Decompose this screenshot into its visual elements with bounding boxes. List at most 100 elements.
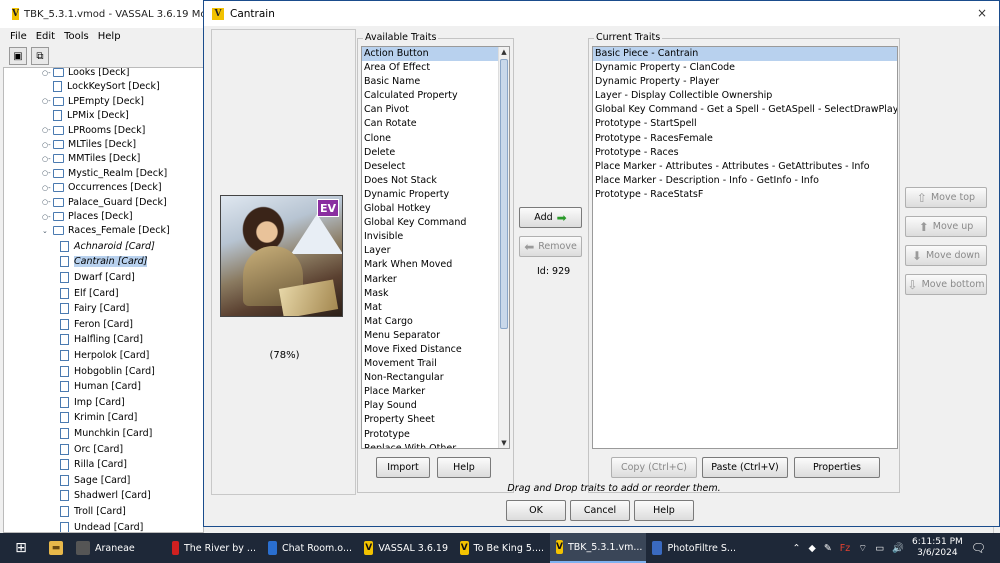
trait-item[interactable]: Non-Rectangular — [362, 371, 509, 385]
close-icon[interactable]: × — [977, 6, 987, 20]
trait-item[interactable]: Replace With Other — [362, 442, 509, 448]
clock[interactable]: 6:11:51 PM 3/6/2024 — [912, 537, 963, 559]
tree-card-item[interactable]: Undead [Card] — [60, 520, 143, 532]
trait-item[interactable]: Play Sound — [362, 399, 509, 413]
trait-item[interactable]: Layer - Display Collectible Ownership — [593, 89, 897, 103]
trait-item[interactable]: Invisible — [362, 230, 509, 244]
volume-icon[interactable]: 🔊 — [892, 543, 904, 554]
tree-card-item[interactable]: Rilla [Card] — [60, 457, 127, 472]
taskbar-app[interactable]: V TBK_5.3.1.vm... — [550, 533, 646, 563]
move-up-button[interactable]: ⬆ Move up — [905, 216, 987, 237]
trait-item[interactable]: Clone — [362, 132, 509, 146]
tree-card-item[interactable]: Krimin [Card] — [60, 410, 137, 425]
chevron-up-icon[interactable]: ⌃ — [793, 543, 801, 554]
trait-item[interactable]: Global Hotkey — [362, 202, 509, 216]
expand-handle-icon[interactable]: ○- — [42, 141, 51, 149]
remove-button[interactable]: ⬅ Remove — [519, 236, 582, 257]
tree-item[interactable]: ○- Palace_Guard [Deck] — [42, 195, 167, 210]
tree-card-item[interactable]: Halfling [Card] — [60, 332, 143, 347]
copy-button[interactable]: Copy (Ctrl+C) — [611, 457, 697, 478]
trait-item[interactable]: Action Button — [362, 47, 509, 62]
trait-item[interactable]: Basic Piece - Cantrain — [593, 47, 897, 62]
expand-handle-icon[interactable]: ○- — [42, 198, 51, 206]
tree-item[interactable]: ○- MLTiles [Deck] — [42, 137, 136, 152]
available-traits-list[interactable]: Action Button Area Of Effect Basic Name Cal… — [361, 46, 510, 449]
trait-item[interactable]: Movement Trail — [362, 357, 509, 371]
current-traits-list[interactable]: Basic Piece - Cantrain Dynamic Property -… — [592, 46, 898, 449]
tree-item[interactable]: LockKeySort [Deck] — [42, 79, 160, 94]
expand-handle-icon[interactable]: ○- — [42, 69, 51, 77]
tree-item[interactable]: ○- LPEmpty [Deck] — [42, 94, 144, 109]
trait-item[interactable]: Prototype - RaceStatsF — [593, 188, 897, 202]
trait-item[interactable]: Can Rotate — [362, 117, 509, 131]
expand-handle-icon[interactable]: ○- — [42, 213, 51, 221]
expand-handle-icon[interactable]: ○- — [42, 184, 51, 192]
taskbar-app[interactable]: Araneae — [70, 533, 166, 563]
tree-card-item[interactable]: Orc [Card] — [60, 442, 123, 457]
trait-item[interactable]: Place Marker — [362, 385, 509, 399]
help-bottom-button[interactable]: Help — [634, 500, 694, 521]
tree-card-item[interactable]: Munchkin [Card] — [60, 426, 152, 441]
help-button[interactable]: Help — [437, 457, 491, 478]
trait-item[interactable]: Layer — [362, 244, 509, 258]
trait-item[interactable]: Global Key Command — [362, 216, 509, 230]
add-button[interactable]: Add ➡ — [519, 207, 582, 228]
menu-tools[interactable]: Tools — [64, 31, 89, 42]
tree-card-item[interactable]: Achnaroid [Card] — [60, 239, 155, 254]
taskbar-app[interactable]: The River by ... — [166, 533, 262, 563]
move-top-button[interactable]: ⇧ Move top — [905, 187, 987, 208]
tree-card-item[interactable]: Fairy [Card] — [60, 301, 129, 316]
windows-start-icon[interactable]: ⊞ — [0, 533, 42, 563]
trait-item[interactable]: Prototype — [362, 428, 509, 442]
network-icon[interactable]: ▭ — [875, 543, 884, 554]
import-button[interactable]: Import — [376, 457, 430, 478]
eraser-icon[interactable]: ✎ — [824, 543, 832, 554]
tree-card-item[interactable]: Troll [Card] — [60, 504, 126, 519]
file-explorer-icon[interactable]: ▬ — [42, 533, 70, 563]
taskbar-app[interactable]: PhotoFiltre S... — [646, 533, 742, 563]
tree-item[interactable]: LPMix [Deck] — [42, 108, 129, 123]
expand-handle-icon[interactable]: ○- — [42, 169, 51, 177]
tree-item[interactable]: ○- Occurrences [Deck] — [42, 180, 162, 195]
dropbox-icon[interactable]: ◆ — [809, 543, 816, 554]
trait-item[interactable]: Basic Name — [362, 75, 509, 89]
tree-card-item[interactable]: Shadwerl [Card] — [60, 488, 151, 503]
trait-item[interactable]: Mat Cargo — [362, 315, 509, 329]
trait-item[interactable]: Deselect — [362, 160, 509, 174]
trait-item[interactable]: Dynamic Property - Player — [593, 75, 897, 89]
tree-item[interactable]: ⌄ Races_Female [Deck] — [42, 223, 170, 238]
taskbar-app[interactable]: V VASSAL 3.6.19 — [358, 533, 454, 563]
save-as-icon[interactable]: ⧉ — [31, 47, 49, 65]
trait-item[interactable]: Calculated Property — [362, 89, 509, 103]
tree-card-item[interactable]: Feron [Card] — [60, 317, 133, 332]
tree-card-item[interactable]: Cantrain [Card] — [60, 254, 148, 269]
properties-button[interactable]: Properties — [794, 457, 880, 478]
tree-card-item[interactable]: Elf [Card] — [60, 286, 119, 301]
taskbar-app[interactable]: V To Be King 5.... — [454, 533, 550, 563]
tree-item[interactable]: ○- Looks [Deck] — [42, 68, 130, 80]
expand-handle-icon[interactable]: ○- — [42, 126, 51, 134]
menu-file[interactable]: File — [10, 31, 27, 42]
trait-item[interactable]: Prototype - StartSpell — [593, 117, 897, 131]
scrollbar-thumb[interactable] — [500, 59, 508, 329]
tree-card-item[interactable]: Herpolok [Card] — [60, 348, 149, 363]
trait-item[interactable]: Prototype - Races — [593, 146, 897, 160]
trait-item[interactable]: Menu Separator — [362, 329, 509, 343]
trait-item[interactable]: Prototype - RacesFemale — [593, 132, 897, 146]
tree-card-item[interactable]: Hobgoblin [Card] — [60, 364, 155, 379]
trait-item[interactable]: Delete — [362, 146, 509, 160]
tree-item[interactable]: ○- MMTiles [Deck] — [42, 151, 140, 166]
tree-card-item[interactable]: Dwarf [Card] — [60, 270, 135, 285]
tree-card-item[interactable]: Imp [Card] — [60, 395, 125, 410]
trait-item[interactable]: Move Fixed Distance — [362, 343, 509, 357]
scroll-down-icon[interactable]: ▼ — [499, 438, 509, 448]
tree-item[interactable]: ○- Mystic_Realm [Deck] — [42, 166, 167, 181]
trait-item[interactable]: Mask — [362, 287, 509, 301]
ok-button[interactable]: OK — [506, 500, 566, 521]
save-icon[interactable]: ▣ — [9, 47, 27, 65]
available-traits-scrollbar[interactable]: ▲ ▼ — [498, 47, 509, 448]
paste-button[interactable]: Paste (Ctrl+V) — [702, 457, 788, 478]
menu-edit[interactable]: Edit — [36, 31, 55, 42]
wifi-icon[interactable]: ⌔ — [858, 543, 867, 554]
trait-item[interactable]: Area Of Effect — [362, 61, 509, 75]
